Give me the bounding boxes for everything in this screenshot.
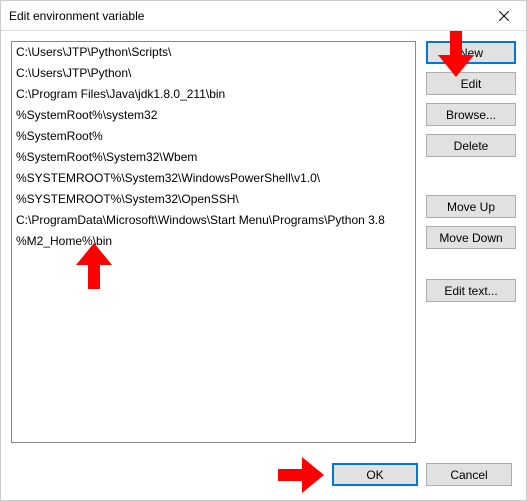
list-item[interactable]: %SystemRoot%\system32 (12, 105, 415, 126)
list-item[interactable]: C:\Users\JTP\Python\ (12, 63, 415, 84)
list-item[interactable]: %SYSTEMROOT%\System32\WindowsPowerShell\… (12, 168, 415, 189)
move-down-button[interactable]: Move Down (426, 226, 516, 249)
list-item[interactable]: C:\Users\JTP\Python\Scripts\ (12, 42, 415, 63)
browse-button[interactable]: Browse... (426, 103, 516, 126)
ok-button[interactable]: OK (332, 463, 418, 486)
window-title: Edit environment variable (9, 9, 481, 23)
list-item[interactable]: %SYSTEMROOT%\System32\OpenSSH\ (12, 189, 415, 210)
path-list[interactable]: C:\Users\JTP\Python\Scripts\ C:\Users\JT… (11, 41, 416, 443)
titlebar: Edit environment variable (1, 1, 526, 31)
close-icon (499, 11, 509, 21)
delete-button[interactable]: Delete (426, 134, 516, 157)
dialog-content: C:\Users\JTP\Python\Scripts\ C:\Users\JT… (1, 31, 526, 453)
move-up-button[interactable]: Move Up (426, 195, 516, 218)
edit-text-button[interactable]: Edit text... (426, 279, 516, 302)
edit-button[interactable]: Edit (426, 72, 516, 95)
button-column: New Edit Browse... Delete Move Up Move D… (426, 41, 516, 443)
dialog-footer: OK Cancel (1, 453, 526, 500)
spacer (426, 257, 516, 279)
path-edit-input[interactable] (12, 231, 415, 250)
cancel-button[interactable]: Cancel (426, 463, 512, 486)
list-item[interactable]: %SystemRoot% (12, 126, 415, 147)
close-button[interactable] (481, 1, 526, 31)
list-item[interactable]: C:\Program Files\Java\jdk1.8.0_211\bin (12, 84, 415, 105)
spacer (426, 165, 516, 195)
list-item[interactable]: C:\ProgramData\Microsoft\Windows\Start M… (12, 210, 415, 231)
dialog-window: Edit environment variable C:\Users\JTP\P… (0, 0, 527, 501)
new-button[interactable]: New (426, 41, 516, 64)
list-item-editing[interactable] (12, 231, 415, 250)
list-item[interactable]: %SystemRoot%\System32\Wbem (12, 147, 415, 168)
